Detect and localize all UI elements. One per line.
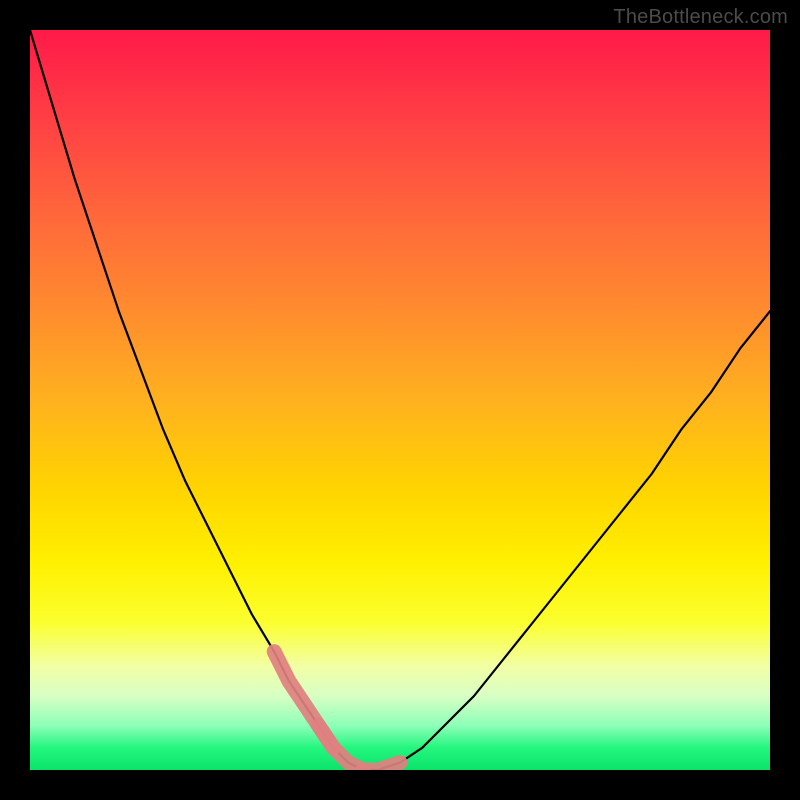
curve-overlay	[30, 30, 770, 770]
chart-frame: TheBottleneck.com	[0, 0, 800, 800]
watermark-text: TheBottleneck.com	[613, 6, 788, 29]
bottleneck-curve-left	[30, 30, 378, 770]
optimal-marker-bottom	[319, 726, 363, 770]
plot-area	[30, 30, 770, 770]
bottleneck-curve-right	[363, 311, 770, 770]
optimal-marker-right	[363, 763, 400, 770]
